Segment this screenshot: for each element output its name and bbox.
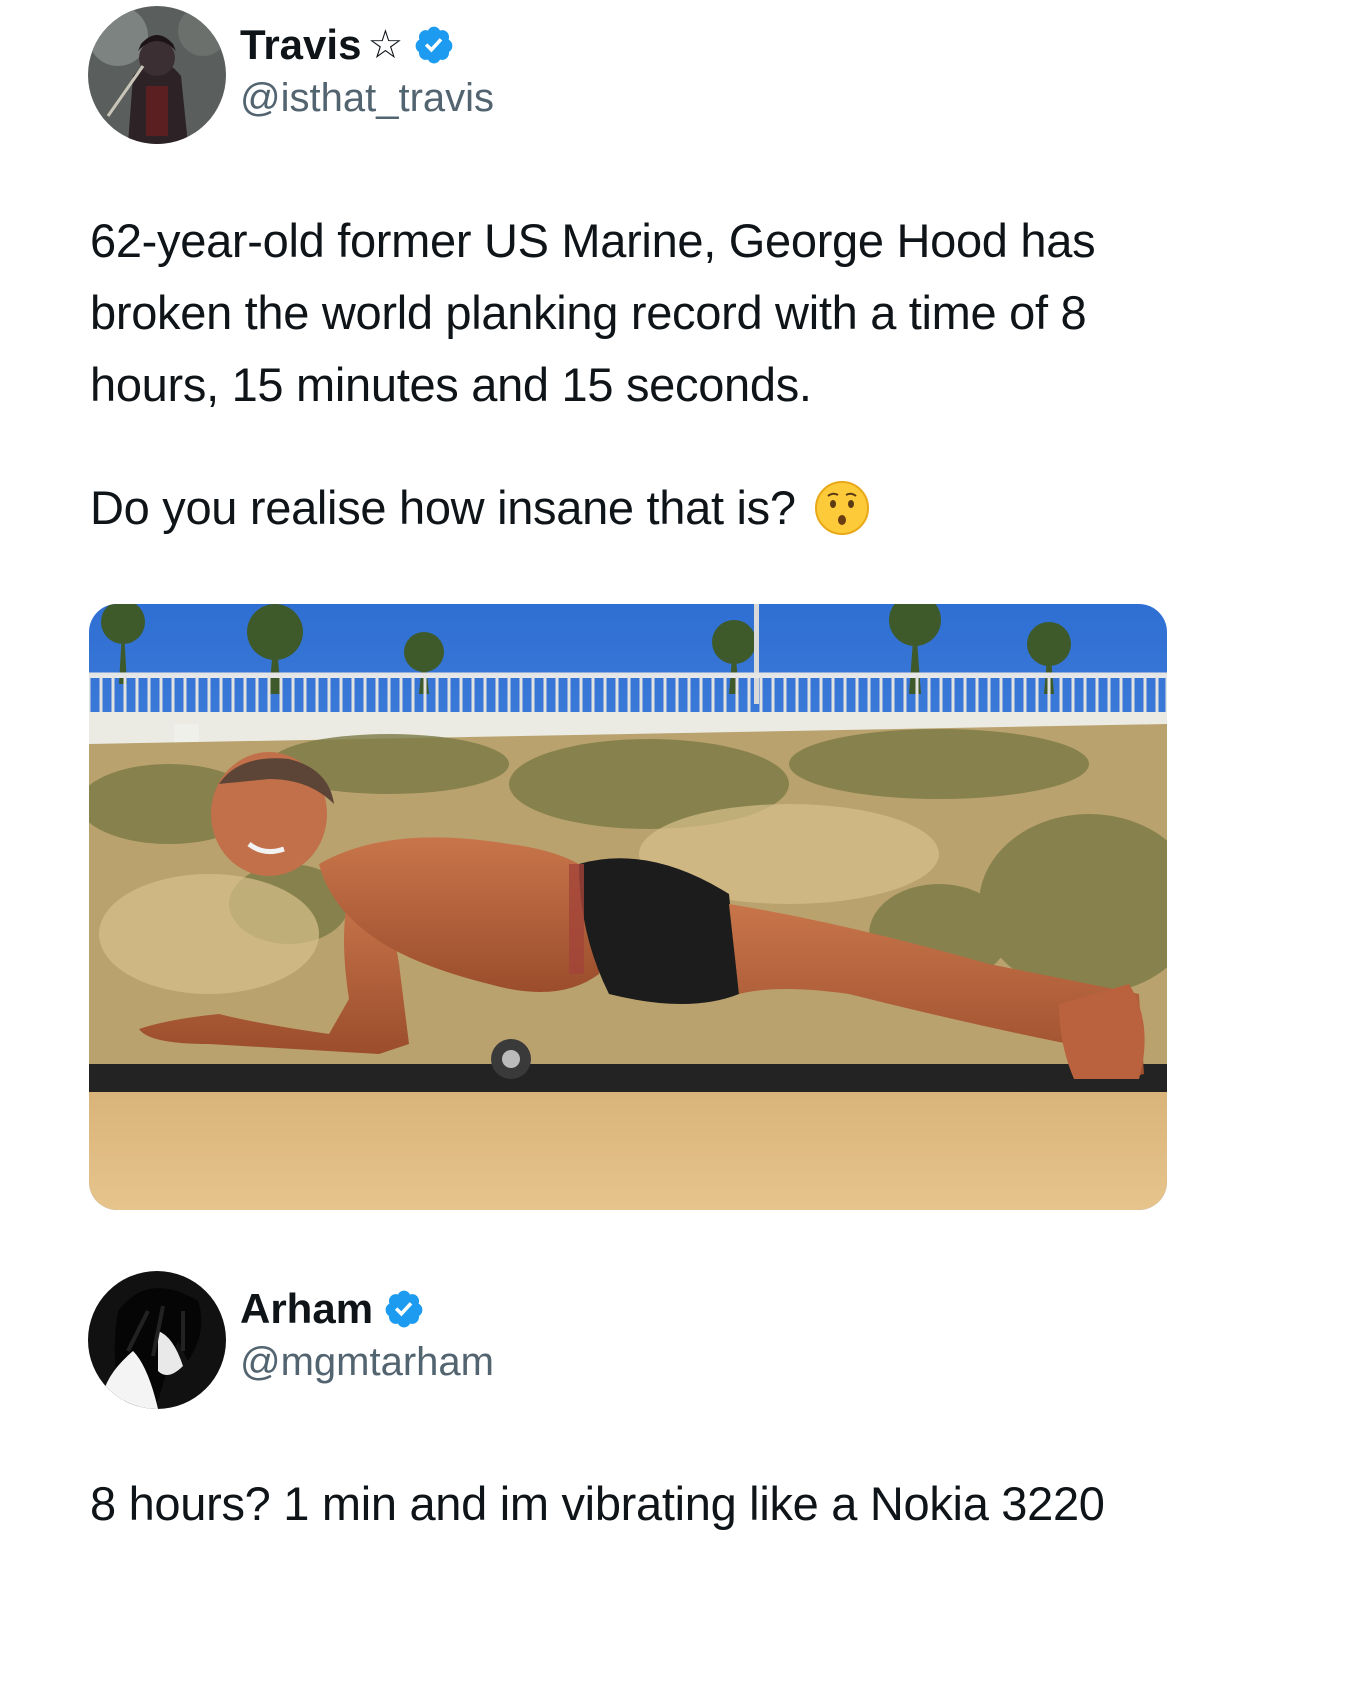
author-handle[interactable]: @isthat_travis [240,74,494,122]
star-icon: ☆ [367,23,404,67]
tweet-media-image[interactable] [89,604,1167,1210]
display-name[interactable]: Arham [240,1284,373,1334]
author-handle[interactable]: @mgmtarham [240,1338,494,1386]
tweet-text-question: Do you realise how insane that is? [90,472,1210,544]
question-text: Do you realise how insane that is? [90,481,796,534]
avatar[interactable] [88,6,226,144]
author-name-row: Arham [240,1284,425,1334]
man-planking-on-beach-photo [89,604,1167,1210]
tweet-text: 62-year-old former US Marine, George Hoo… [90,214,1096,411]
avatar[interactable] [88,1271,226,1409]
display-name[interactable]: Travis [240,20,361,70]
hushed-face-icon [814,481,869,535]
author-name-row: Travis ☆ [240,20,455,70]
verified-badge-icon [415,26,453,64]
reply-text: 8 hours? 1 min and im vibrating like a N… [90,1477,1105,1530]
verified-badge-icon [385,1290,423,1328]
